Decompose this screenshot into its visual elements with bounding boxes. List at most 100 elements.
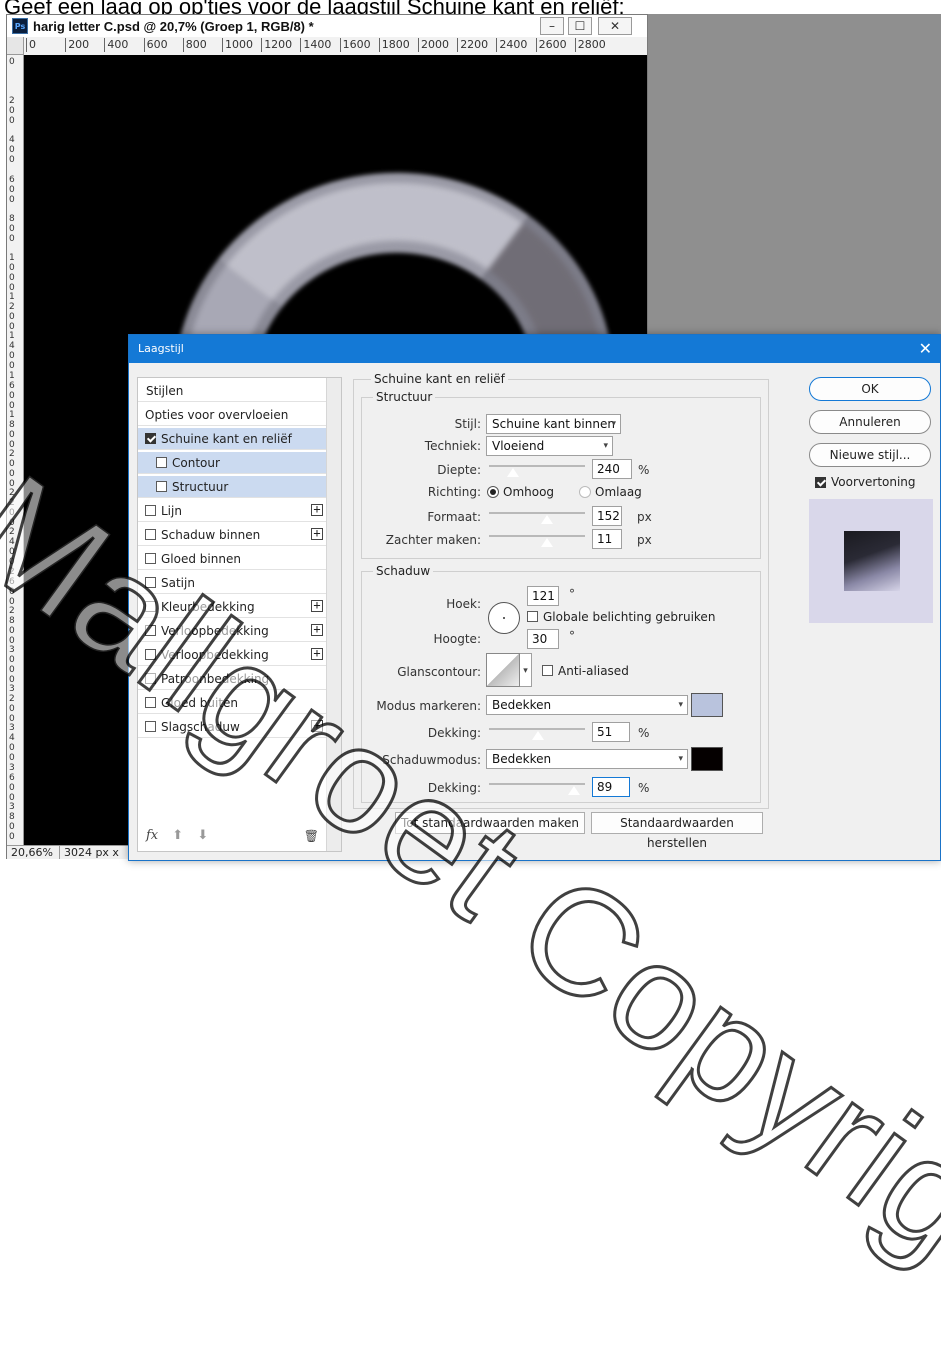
highlight-opacity-thumb[interactable] xyxy=(530,730,545,741)
style-list-item[interactable]: Lijn + xyxy=(138,500,327,522)
zoom-level[interactable]: 20,66% xyxy=(11,846,60,859)
style-list-item[interactable]: Satijn xyxy=(138,572,327,594)
style-checkbox[interactable] xyxy=(145,505,156,516)
chevron-down-icon: ▾ xyxy=(678,700,683,710)
direction-down-radio[interactable] xyxy=(579,486,591,498)
fx-icon[interactable]: fx xyxy=(146,828,158,843)
preview-checkbox[interactable] xyxy=(815,477,826,488)
dialog-titlebar[interactable]: Laagstijl ✕ xyxy=(129,335,940,363)
close-button[interactable]: ✕ xyxy=(598,17,632,35)
style-list-item[interactable]: Patroonbedekking xyxy=(138,668,327,690)
style-list-item[interactable]: Verloopbedekking + xyxy=(138,620,327,642)
soften-slider[interactable] xyxy=(489,535,585,537)
shadow-mode-select[interactable]: Bedekken ▾ xyxy=(486,749,688,769)
style-checkbox[interactable] xyxy=(145,553,156,564)
style-list-item[interactable]: Slagschaduw + xyxy=(138,716,327,738)
add-style-icon[interactable]: + xyxy=(311,719,323,732)
preview-label[interactable]: Voorvertoning xyxy=(831,475,916,489)
soften-input[interactable]: 11 xyxy=(592,529,622,549)
style-list-item[interactable]: Structuur xyxy=(138,476,327,498)
bevel-style-select[interactable]: Schuine kant binnen ▾ xyxy=(486,414,621,434)
altitude-input[interactable]: 30 xyxy=(527,629,559,649)
add-style-icon[interactable]: + xyxy=(311,623,323,636)
style-list-item[interactable]: Verloopbedekking + xyxy=(138,644,327,666)
minimize-button[interactable]: – xyxy=(540,17,564,35)
style-checkbox[interactable] xyxy=(145,433,156,444)
style-checkbox[interactable] xyxy=(156,457,167,468)
angle-dial[interactable] xyxy=(488,602,520,634)
style-checkbox[interactable] xyxy=(156,481,167,492)
style-checkbox[interactable] xyxy=(145,529,156,540)
move-up-icon[interactable]: ⬆ xyxy=(172,828,183,843)
shadow-opacity-input[interactable]: 89 xyxy=(592,777,630,797)
style-checkbox[interactable] xyxy=(145,625,156,636)
styles-scrollbar[interactable] xyxy=(326,378,341,851)
style-list-item[interactable]: Kleurbedekking + xyxy=(138,596,327,618)
cancel-button[interactable]: Annuleren xyxy=(809,410,931,434)
trash-icon[interactable]: 🗑 xyxy=(304,829,319,843)
style-checkbox[interactable] xyxy=(145,673,156,684)
style-list-item[interactable]: Opties voor overvloeien xyxy=(138,404,327,426)
anti-aliased-checkbox[interactable] xyxy=(542,665,553,676)
add-style-icon[interactable]: + xyxy=(311,647,323,660)
angle-label: Hoek: xyxy=(446,597,481,611)
ruler-corner[interactable] xyxy=(7,37,24,55)
style-checkbox[interactable] xyxy=(145,601,156,612)
style-checkbox[interactable] xyxy=(145,721,156,732)
highlight-mode-select[interactable]: Bedekken ▾ xyxy=(486,695,688,715)
size-slider-thumb[interactable] xyxy=(539,514,554,525)
style-checkbox[interactable] xyxy=(145,577,156,588)
style-list-item[interactable]: Schuine kant en reliëf xyxy=(138,428,327,450)
depth-slider-thumb[interactable] xyxy=(506,467,520,478)
ok-button[interactable]: OK xyxy=(809,377,931,401)
add-style-icon[interactable]: + xyxy=(311,599,323,612)
reset-default-button[interactable]: Standaardwaarden herstellen xyxy=(591,812,763,850)
direction-up-label[interactable]: Omhoog xyxy=(503,485,554,499)
gloss-contour-picker[interactable] xyxy=(486,653,520,687)
style-item-label: Lijn xyxy=(161,503,182,518)
style-checkbox[interactable] xyxy=(145,697,156,708)
style-list-item[interactable]: Schaduw binnen + xyxy=(138,524,327,546)
shadow-color-swatch[interactable] xyxy=(691,747,723,771)
global-light-checkbox[interactable] xyxy=(527,611,538,622)
direction-down-label[interactable]: Omlaag xyxy=(595,485,642,499)
ruler-tick-label: 800 xyxy=(182,38,207,52)
style-list-item[interactable]: Gloed buiten xyxy=(138,692,327,714)
technique-select[interactable]: Vloeiend ▾ xyxy=(486,436,613,456)
ruler-tick-label: 2200 xyxy=(457,38,488,52)
maximize-button[interactable]: ☐ xyxy=(568,17,592,35)
horizontal-ruler[interactable]: 0 200 400 600 800 1000 1200 1400 1600 1800 2000 220… xyxy=(24,37,647,56)
highlight-opacity-slider[interactable] xyxy=(489,728,585,730)
anti-aliased-label[interactable]: Anti-aliased xyxy=(558,664,629,678)
direction-up-radio[interactable] xyxy=(487,486,499,498)
shadow-opacity-slider[interactable] xyxy=(489,783,585,785)
style-list-item[interactable]: Gloed binnen xyxy=(138,548,327,570)
vertical-ruler[interactable]: 0 2 0 0 4 0 0 6 0 0 8 0 0 1 0 0 01 2 0 01 4 0… xyxy=(7,55,24,845)
document-titlebar[interactable]: Ps harig letter C.psd @ 20,7% (Groep 1, … xyxy=(7,15,647,38)
shadow-opacity-unit: % xyxy=(638,781,650,795)
shadow-opacity-thumb[interactable] xyxy=(567,785,582,796)
new-style-button[interactable]: Nieuwe stijl... xyxy=(809,443,931,467)
style-checkbox[interactable] xyxy=(145,649,156,660)
global-light-label[interactable]: Globale belichting gebruiken xyxy=(543,610,715,624)
dialog-close-icon[interactable]: ✕ xyxy=(919,335,932,363)
style-item-label: Contour xyxy=(172,455,220,470)
highlight-opacity-input[interactable]: 51 xyxy=(592,722,630,742)
add-style-icon[interactable]: + xyxy=(311,527,323,540)
styles-header[interactable]: Stijlen xyxy=(138,380,327,402)
add-style-icon[interactable]: + xyxy=(311,503,323,516)
size-slider[interactable] xyxy=(489,512,585,514)
depth-slider[interactable] xyxy=(489,465,585,467)
chevron-down-icon[interactable]: ▾ xyxy=(520,653,532,687)
soften-slider-thumb[interactable] xyxy=(539,537,554,548)
make-default-button[interactable]: Tot standaardwaarden maken xyxy=(395,812,585,834)
style-item-label: Schaduw binnen xyxy=(161,527,261,542)
angle-input[interactable]: 121 xyxy=(527,586,559,606)
size-input[interactable]: 152 xyxy=(592,506,622,526)
style-list-item[interactable]: Contour xyxy=(138,452,327,474)
move-down-icon[interactable]: ⬇ xyxy=(197,828,208,843)
style-item-label: Satijn xyxy=(161,575,195,590)
depth-input[interactable]: 240 xyxy=(592,459,632,479)
highlight-color-swatch[interactable] xyxy=(691,693,723,717)
style-item-label: Gloed binnen xyxy=(161,551,241,566)
